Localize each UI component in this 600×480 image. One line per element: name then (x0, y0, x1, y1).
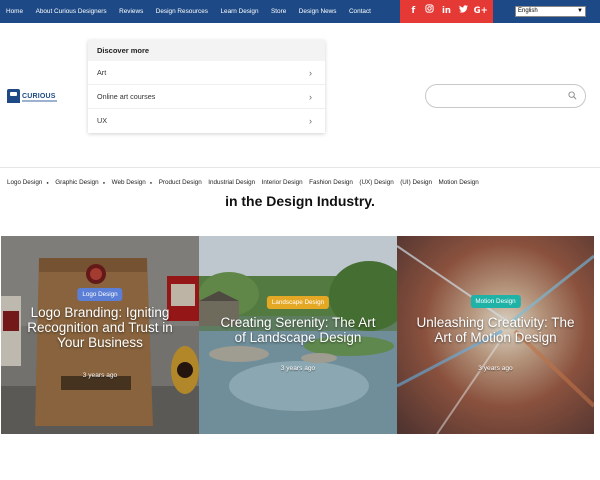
discover-item-label: Art (97, 68, 107, 77)
nav-store[interactable]: Store (271, 8, 286, 15)
category-nav: Logo Design ● Graphic Design ● Web Design ●… (7, 176, 485, 188)
category-industrial-design[interactable]: Industrial Design (208, 179, 255, 186)
category-label: Motion Design (438, 178, 479, 186)
discover-more-panel: Discover more Art › Online art courses ›… (88, 40, 325, 133)
category-logo-design[interactable]: Logo Design ● (7, 179, 49, 186)
card-date: 3 years ago (82, 372, 118, 379)
post-card-logo-branding[interactable]: Logo Design Logo Branding: Igniting Reco… (1, 236, 199, 434)
discover-item-online-art-courses[interactable]: Online art courses › (88, 85, 325, 109)
category-web-design[interactable]: Web Design ● (112, 179, 153, 186)
discover-item-art[interactable]: Art › (88, 61, 325, 85)
card-date: 3 years ago (478, 365, 513, 372)
discover-item-label: UX (97, 116, 107, 125)
social-links: f in G+ (400, 0, 493, 23)
top-nav-menu: Home About Curious Designers Reviews Des… (6, 0, 383, 23)
category-graphic-design[interactable]: Graphic Design ● (55, 179, 105, 186)
submenu-indicator-icon: ● (102, 179, 106, 185)
submenu-indicator-icon: ● (46, 179, 49, 185)
card-title[interactable]: Logo Branding: Igniting Recognition and … (19, 305, 181, 350)
submenu-indicator-icon: ● (149, 179, 153, 185)
language-select[interactable]: English ▼ (515, 6, 586, 17)
nav-about[interactable]: About Curious Designers (36, 8, 107, 15)
logo-tagline-bar (22, 100, 57, 102)
nav-home[interactable]: Home (6, 8, 23, 15)
category-label: (UI) Design (400, 178, 433, 186)
category-product-design[interactable]: Product Design (159, 179, 202, 186)
card-title[interactable]: Creating Serenity: The Art of Landscape … (217, 315, 379, 345)
logo-mark-icon (7, 89, 20, 103)
language-selected: English (518, 8, 538, 14)
nav-design-news[interactable]: Design News (299, 8, 337, 15)
discover-item-label: Online art courses (97, 92, 156, 101)
category-label: Web Design (111, 178, 146, 186)
category-motion-design[interactable]: Motion Design (439, 179, 479, 186)
card-date: 3 years ago (280, 365, 316, 372)
linkedin-icon[interactable]: in (440, 0, 452, 23)
top-navbar: Home About Curious Designers Reviews Des… (0, 0, 600, 23)
site-logo[interactable]: CURIOUS (7, 88, 57, 104)
header-divider (0, 167, 600, 168)
chevron-right-icon: › (309, 92, 312, 102)
section-headline: in the Design Industry. (225, 193, 375, 209)
category-label: Product Design (158, 178, 202, 186)
category-interior-design[interactable]: Interior Design (262, 179, 303, 186)
post-card-landscape[interactable]: Landscape Design Creating Serenity: The … (199, 236, 397, 434)
twitter-icon[interactable] (457, 0, 469, 23)
category-badge[interactable]: Logo Design (77, 288, 123, 301)
facebook-icon[interactable]: f (407, 0, 419, 23)
category-label: Graphic Design (55, 178, 99, 186)
post-card-motion[interactable]: Motion Design Unleashing Creativity: The… (397, 236, 594, 434)
category-badge[interactable]: Landscape Design (266, 296, 330, 309)
category-fashion-design[interactable]: Fashion Design (309, 179, 353, 186)
nav-reviews[interactable]: Reviews (119, 8, 143, 15)
category-label: (UX) Design (359, 178, 394, 186)
chevron-right-icon: › (309, 116, 312, 126)
chevron-right-icon: › (309, 68, 312, 78)
category-ui-design[interactable]: (UI) Design (400, 179, 432, 186)
card-title[interactable]: Unleashing Creativity: The Art of Motion… (415, 315, 576, 345)
category-badge[interactable]: Motion Design (470, 295, 521, 308)
instagram-icon[interactable] (424, 0, 436, 23)
search-icon[interactable] (568, 91, 577, 100)
nav-design-resources[interactable]: Design Resources (156, 8, 208, 15)
nav-learn-design[interactable]: Learn Design (220, 8, 258, 15)
search-input[interactable] (434, 89, 564, 103)
category-ux-design[interactable]: (UX) Design (359, 179, 393, 186)
googleplus-icon[interactable]: G+ (474, 0, 488, 23)
discover-more-heading: Discover more (88, 40, 325, 61)
logo-text: CURIOUS (22, 92, 56, 100)
chevron-down-icon: ▼ (577, 8, 583, 14)
category-label: Industrial Design (208, 178, 256, 186)
category-label: Interior Design (261, 178, 303, 186)
category-label: Logo Design (7, 178, 43, 186)
discover-item-ux[interactable]: UX › (88, 109, 325, 133)
category-label: Fashion Design (309, 178, 353, 186)
nav-contact[interactable]: Contact (349, 8, 371, 15)
search-box (425, 84, 586, 108)
